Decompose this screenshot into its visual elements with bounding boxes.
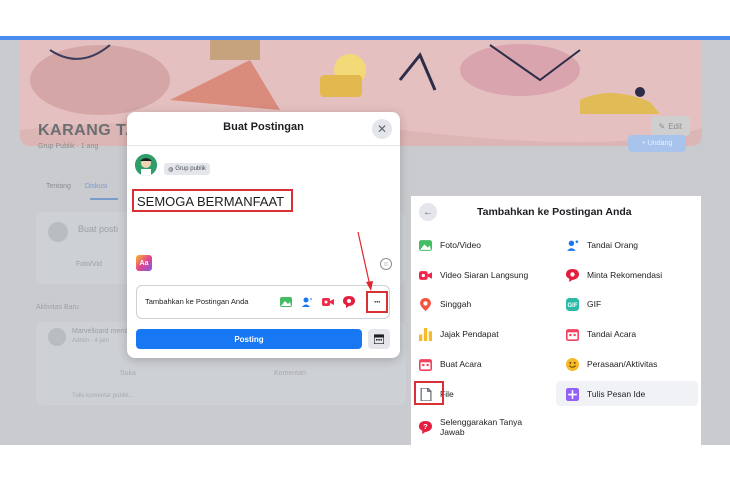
option-recommendation[interactable]: Minta Rekomendasi — [565, 263, 662, 287]
panel-title: Tambahkan ke Postingan Anda — [477, 206, 632, 218]
back-arrow-icon[interactable]: ← — [419, 203, 437, 221]
photo-video-icon — [418, 238, 432, 252]
option-check-in[interactable]: Singgah — [418, 292, 471, 316]
svg-text:?: ? — [423, 422, 428, 431]
gif-icon: GIF — [565, 297, 579, 311]
idea-icon — [565, 387, 579, 401]
recommendation-icon — [565, 268, 579, 282]
feeling-icon — [565, 357, 579, 371]
qa-icon: ? — [418, 420, 432, 434]
option-tag-people[interactable]: Tandai Orang — [565, 233, 638, 257]
option-feeling-activity[interactable]: Perasaan/Aktivitas — [565, 352, 657, 376]
tag-event-icon — [565, 327, 579, 341]
option-poll[interactable]: Jajak Pendapat — [418, 322, 499, 346]
option-photo-video[interactable]: Foto/Video — [418, 233, 481, 257]
file-highlight-box — [414, 381, 444, 405]
poll-icon — [418, 327, 432, 341]
event-icon — [418, 357, 432, 371]
option-live-video[interactable]: Video Siaran Langsung — [418, 263, 528, 287]
check-in-icon — [418, 297, 432, 311]
option-create-event[interactable]: Buat Acara — [418, 352, 482, 376]
tag-people-icon — [565, 238, 579, 252]
svg-text:GIF: GIF — [567, 302, 577, 308]
option-gif[interactable]: GIF GIF — [565, 292, 601, 316]
option-write-idea[interactable]: Tulis Pesan Ide — [565, 382, 645, 406]
option-qa[interactable]: ? Selenggarakan Tanya Jawab — [418, 415, 540, 439]
option-tag-event[interactable]: Tandai Acara — [565, 322, 636, 346]
page-bottom — [0, 445, 730, 480]
live-video-icon — [418, 268, 432, 282]
